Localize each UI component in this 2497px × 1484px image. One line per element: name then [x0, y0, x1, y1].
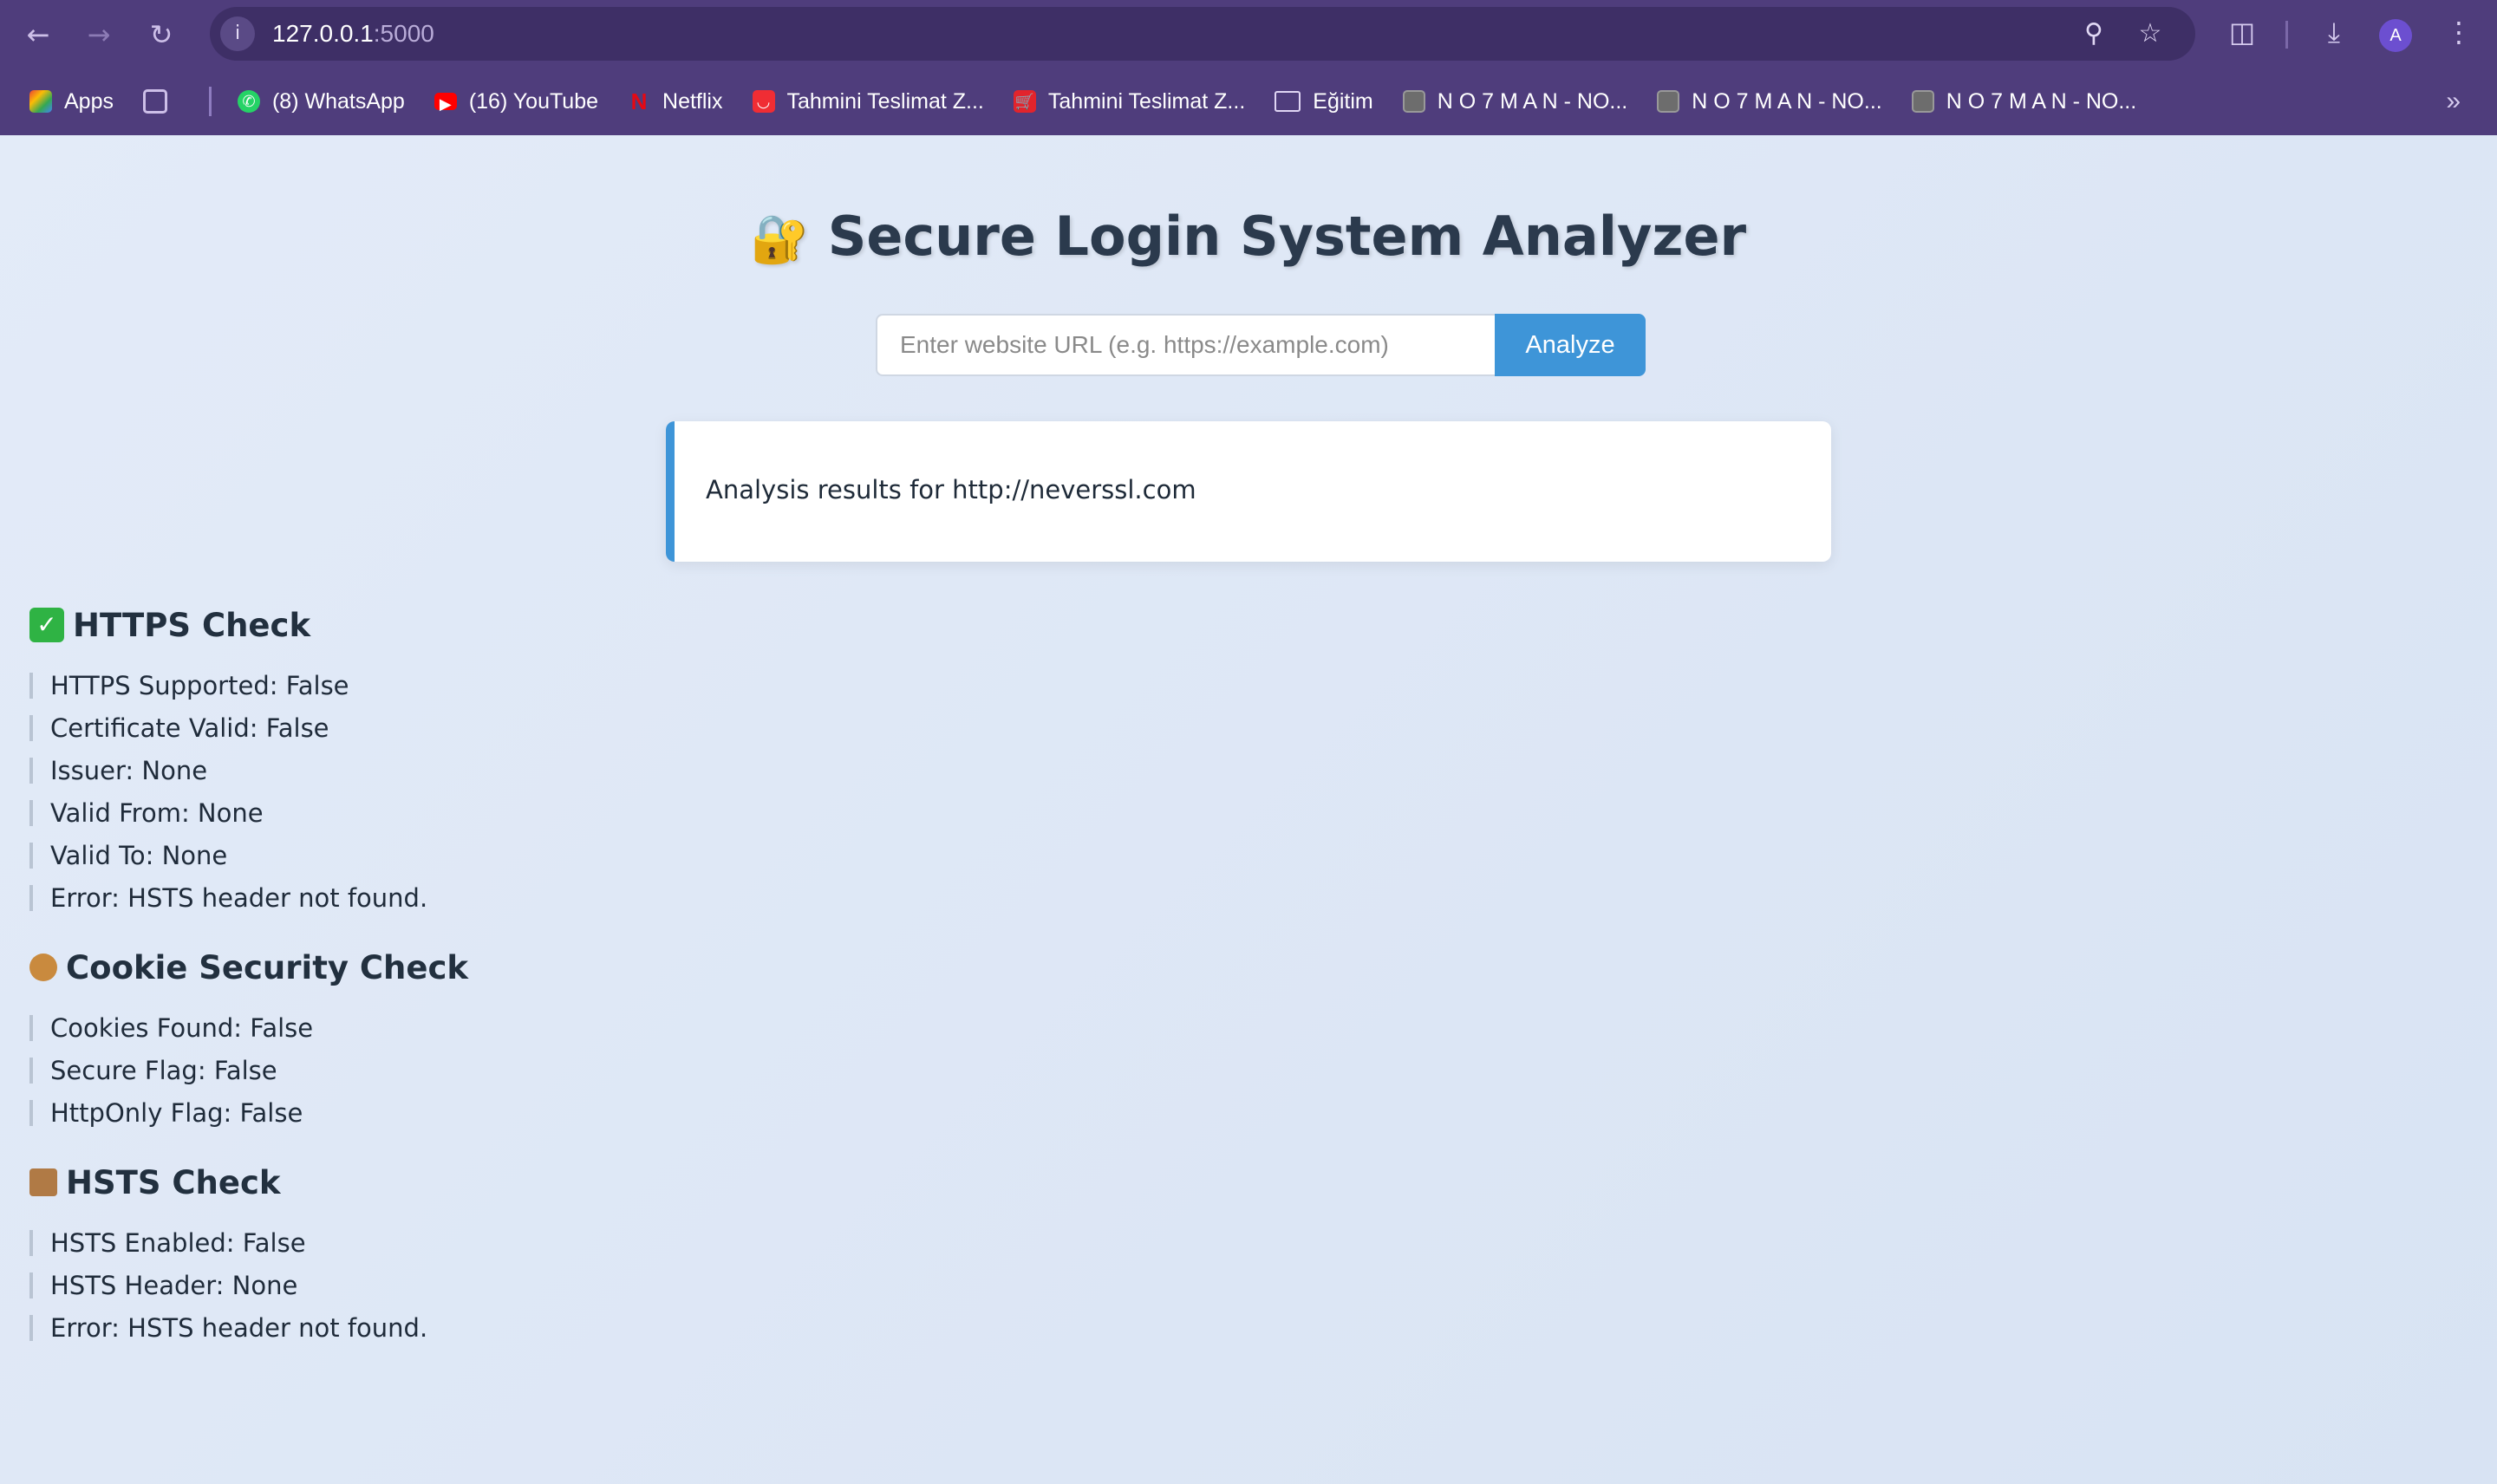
url-port: :5000 [373, 20, 434, 47]
bookmark-label: N O 7 M A N - NO... [1946, 88, 2137, 114]
bookmark-tahmini-2[interactable]: 🛒 Tahmini Teslimat Z... [1013, 88, 1246, 114]
store-icon: ◡ [752, 90, 775, 113]
cookie-icon [29, 954, 57, 981]
bookmark-divider [208, 87, 212, 116]
bookmark-no7man-3[interactable]: N O 7 M A N - NO... [1911, 88, 2137, 114]
more-bookmarks-icon[interactable]: » [2446, 87, 2461, 116]
bookmark-label: Netflix [662, 88, 723, 114]
site-info-icon[interactable]: i [220, 16, 255, 51]
reload-icon[interactable]: ↻ [144, 17, 179, 52]
section-heading: Cookie Security Check [29, 946, 468, 989]
bookmark-star-icon[interactable]: ☆ [2135, 18, 2166, 49]
bookmark-no7man-2[interactable]: N O 7 M A N - NO... [1657, 88, 1882, 114]
apps-grid-icon [29, 90, 52, 113]
zoom-icon[interactable]: ⚲ [2078, 18, 2109, 49]
list-item: Valid From: None [29, 800, 468, 826]
list-item: HTTPS Supported: False [29, 673, 468, 699]
list-item: Issuer: None [29, 758, 468, 784]
toolbar-divider [2285, 21, 2288, 49]
page-content: 🔐 Secure Login System Analyzer Analyze A… [0, 135, 2497, 1484]
bookmark-label: (8) WhatsApp [271, 88, 405, 114]
check-sections: ✓ HTTPS Check HTTPS Supported: False Cer… [29, 603, 468, 1376]
bookmark-netflix[interactable]: N Netflix [628, 88, 723, 114]
list-item: Cookies Found: False [29, 1015, 468, 1041]
whatsapp-icon: ✆ [237, 90, 260, 113]
https-check-section: ✓ HTTPS Check HTTPS Supported: False Cer… [29, 603, 468, 911]
list-item: Secure Flag: False [29, 1058, 468, 1084]
bookmark-folder-egitim[interactable]: Eğitim [1275, 88, 1373, 114]
bookmark-label: Tahmini Teslimat Z... [1047, 88, 1246, 114]
bookmark-label: N O 7 M A N - NO... [1437, 88, 1628, 114]
result-text: Analysis results for http://neverssl.com [706, 475, 1196, 504]
bookmarks-bar: Apps ✆ (8) WhatsApp ▶ (16) YouTube N Net… [0, 68, 2497, 135]
address-bar[interactable]: i 127.0.0.1:5000 ⚲ ☆ [210, 7, 2195, 61]
bookmark-tahmini-1[interactable]: ◡ Tahmini Teslimat Z... [752, 88, 984, 114]
list-item: HttpOnly Flag: False [29, 1100, 468, 1126]
browser-toolbar: ← → ↻ i 127.0.0.1:5000 ⚲ ☆ ◫ ⤓ A ⋮ [0, 0, 2497, 68]
list-item: Certificate Valid: False [29, 715, 468, 741]
list-item: HSTS Header: None [29, 1272, 468, 1298]
url-text[interactable]: 127.0.0.1:5000 [272, 20, 434, 48]
list-item: Error: HSTS header not found. [29, 885, 468, 911]
url-input[interactable] [876, 314, 1495, 376]
forward-icon[interactable]: → [81, 17, 116, 52]
result-card: Analysis results for http://neverssl.com [666, 421, 1831, 562]
profile-avatar[interactable]: A [2379, 19, 2412, 52]
section-heading-text: HSTS Check [66, 1163, 281, 1201]
section-heading: ✓ HTTPS Check [29, 603, 468, 647]
download-icon[interactable]: ⤓ [2317, 16, 2351, 49]
bookmark-label: Tahmini Teslimat Z... [786, 88, 984, 114]
url-host: 127.0.0.1 [272, 20, 374, 47]
section-heading-text: Cookie Security Check [66, 948, 469, 986]
bookmark-apps[interactable]: Apps [29, 89, 114, 114]
page-title-text: Secure Login System Analyzer [827, 205, 1747, 268]
youtube-icon: ▶ [434, 93, 457, 113]
netflix-icon: N [630, 88, 648, 114]
site-icon [1911, 90, 1934, 113]
list-item: HSTS Enabled: False [29, 1230, 468, 1256]
check-mark-icon: ✓ [29, 608, 64, 642]
folder-icon [1275, 91, 1301, 112]
cart-icon: 🛒 [1013, 90, 1036, 113]
tab-grid-icon [142, 89, 167, 114]
bookmark-no7man-1[interactable]: N O 7 M A N - NO... [1402, 88, 1628, 114]
package-icon [29, 1168, 57, 1196]
extensions-icon[interactable]: ◫ [2225, 16, 2259, 49]
hsts-check-section: HSTS Check HSTS Enabled: False HSTS Head… [29, 1161, 468, 1341]
analyze-button[interactable]: Analyze [1495, 314, 1646, 376]
bookmark-label: (16) YouTube [468, 88, 599, 114]
site-icon [1657, 90, 1680, 113]
list-item: Error: HSTS header not found. [29, 1315, 468, 1341]
menu-kebab-icon[interactable]: ⋮ [2442, 16, 2476, 49]
section-heading-text: HTTPS Check [73, 606, 311, 644]
bookmark-whatsapp[interactable]: ✆ (8) WhatsApp [237, 88, 405, 114]
bookmark-youtube[interactable]: ▶ (16) YouTube [434, 89, 598, 114]
tab-groups-button[interactable] [142, 89, 179, 114]
browser-chrome: ← → ↻ i 127.0.0.1:5000 ⚲ ☆ ◫ ⤓ A ⋮ Apps … [0, 0, 2497, 135]
analyze-form: Analyze [876, 314, 1646, 376]
back-icon[interactable]: ← [21, 17, 55, 52]
bookmark-label: Eğitim [1313, 88, 1373, 114]
bookmark-label: N O 7 M A N - NO... [1692, 88, 1882, 114]
cookie-check-section: Cookie Security Check Cookies Found: Fal… [29, 946, 468, 1126]
section-heading: HSTS Check [29, 1161, 468, 1204]
lock-key-icon: 🔐 [750, 212, 810, 266]
list-item: Valid To: None [29, 843, 468, 869]
bookmark-label: Apps [64, 88, 114, 114]
page-title: 🔐 Secure Login System Analyzer [0, 205, 2497, 268]
site-icon [1402, 90, 1425, 113]
